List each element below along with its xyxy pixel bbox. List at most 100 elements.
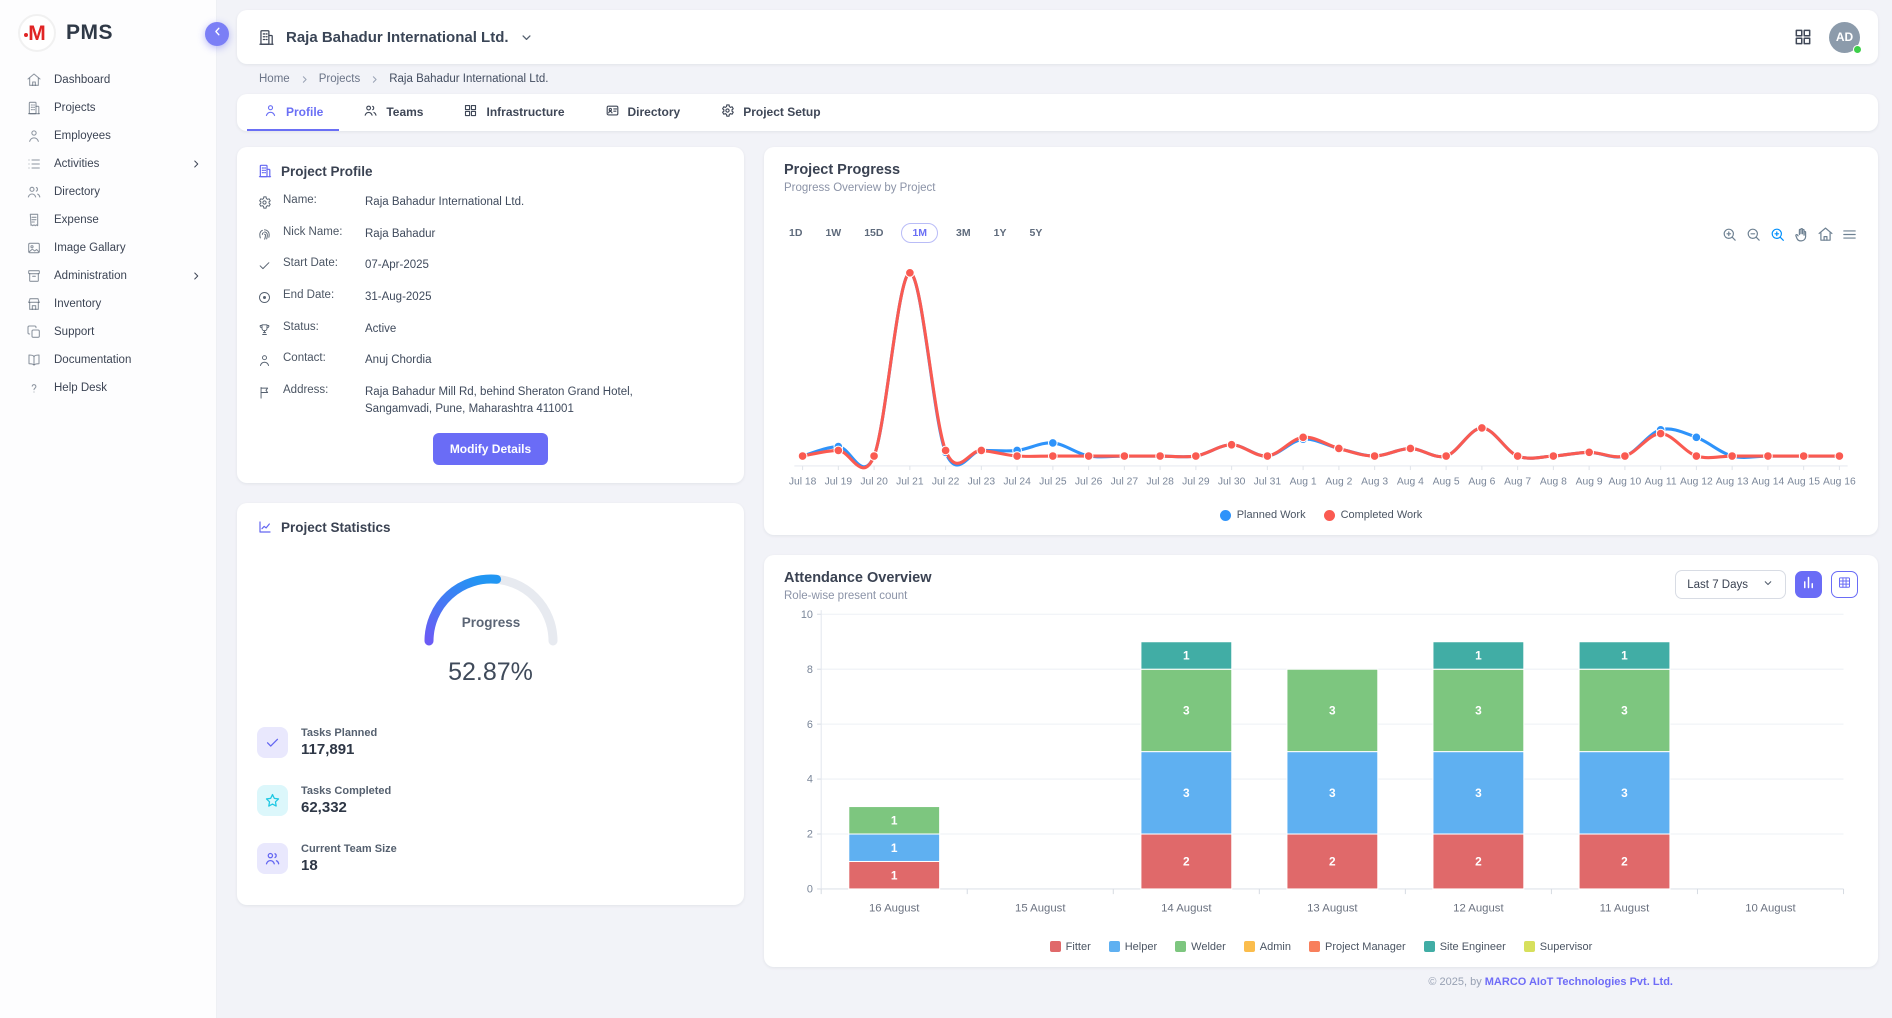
projects-icon bbox=[26, 100, 42, 116]
svg-text:Aug 10: Aug 10 bbox=[1609, 477, 1642, 488]
breadcrumb-projects[interactable]: Projects bbox=[319, 73, 361, 85]
svg-text:Jul 23: Jul 23 bbox=[968, 477, 996, 488]
star-icon bbox=[257, 785, 288, 816]
legend-site-engineer[interactable]: Site Engineer bbox=[1424, 941, 1506, 953]
svg-text:Jul 21: Jul 21 bbox=[896, 477, 924, 488]
company-selector[interactable]: Raja Bahadur International Ltd. bbox=[257, 28, 534, 47]
range-1m-button[interactable]: 1M bbox=[901, 223, 938, 243]
tab-teams[interactable]: Teams bbox=[347, 94, 439, 131]
sidebar-item-dashboard[interactable]: Dashboard bbox=[0, 66, 216, 94]
support-icon bbox=[26, 324, 42, 340]
tab-infrastructure[interactable]: Infrastructure bbox=[447, 94, 580, 131]
svg-text:Jul 25: Jul 25 bbox=[1039, 477, 1067, 488]
pan-icon[interactable] bbox=[1793, 226, 1810, 243]
date-range-select[interactable]: Last 7 Days bbox=[1675, 570, 1786, 599]
sidebar-item-activities[interactable]: Activities bbox=[0, 150, 216, 178]
attendance-bar-chart[interactable]: 024681011116 August15 August233114 Augus… bbox=[784, 606, 1858, 939]
legend-welder[interactable]: Welder bbox=[1175, 941, 1226, 953]
legend-helper[interactable]: Helper bbox=[1109, 941, 1157, 953]
svg-text:Jul 19: Jul 19 bbox=[825, 477, 853, 488]
svg-text:2: 2 bbox=[1621, 855, 1628, 869]
svg-text:13 August: 13 August bbox=[1307, 903, 1358, 915]
avatar-initials: AD bbox=[1836, 30, 1853, 44]
svg-text:Jul 31: Jul 31 bbox=[1254, 477, 1282, 488]
building-icon bbox=[257, 28, 276, 47]
svg-text:4: 4 bbox=[807, 774, 813, 786]
legend-supervisor[interactable]: Supervisor bbox=[1524, 941, 1593, 953]
svg-text:Aug 15: Aug 15 bbox=[1787, 477, 1820, 488]
svg-text:2: 2 bbox=[1475, 855, 1482, 869]
svg-text:8: 8 bbox=[807, 664, 813, 676]
sidebar-item-directory[interactable]: Directory bbox=[0, 178, 216, 206]
project-progress-card: Project Progress Progress Overview by Pr… bbox=[764, 147, 1878, 535]
range-5y-button[interactable]: 5Y bbox=[1024, 223, 1047, 243]
svg-text:10: 10 bbox=[801, 609, 813, 621]
chevron-right-icon bbox=[299, 74, 310, 85]
range-15d-button[interactable]: 15D bbox=[859, 223, 888, 243]
svg-text:Jul 26: Jul 26 bbox=[1075, 477, 1103, 488]
svg-text:Aug 1: Aug 1 bbox=[1290, 477, 1317, 488]
svg-text:Aug 16: Aug 16 bbox=[1823, 477, 1856, 488]
bar-chart-icon bbox=[1801, 575, 1816, 595]
legend-fitter[interactable]: Fitter bbox=[1050, 941, 1091, 953]
dashboard-icon bbox=[26, 72, 42, 88]
svg-text:Jul 20: Jul 20 bbox=[860, 477, 888, 488]
svg-text:Jul 27: Jul 27 bbox=[1111, 477, 1139, 488]
avatar[interactable]: AD bbox=[1829, 22, 1860, 53]
project-statistics-card: Project Statistics Progress 52.87% Tasks… bbox=[237, 503, 744, 905]
sidebar-item-support[interactable]: Support bbox=[0, 318, 216, 346]
legend-completed-work[interactable]: Completed Work bbox=[1324, 509, 1423, 521]
stats-card-title: Project Statistics bbox=[281, 520, 391, 535]
svg-text:Aug 5: Aug 5 bbox=[1433, 477, 1460, 488]
zoom-in-icon[interactable] bbox=[1721, 226, 1738, 243]
tab-directory[interactable]: Directory bbox=[589, 94, 697, 131]
profile-field-start-date-: Start Date: 07-Apr-2025 bbox=[257, 257, 724, 274]
modify-details-button[interactable]: Modify Details bbox=[433, 433, 548, 465]
sidebar-item-expense[interactable]: Expense bbox=[0, 206, 216, 234]
svg-text:1: 1 bbox=[891, 869, 898, 883]
chevron-right-icon bbox=[190, 158, 202, 170]
sidebar-item-employees[interactable]: Employees bbox=[0, 122, 216, 150]
table-view-toggle[interactable] bbox=[1831, 571, 1858, 598]
stat-tasks-completed: Tasks Completed 62,332 bbox=[257, 785, 724, 816]
progress-chart-title: Project Progress bbox=[784, 162, 1858, 178]
svg-text:14 August: 14 August bbox=[1161, 903, 1212, 915]
chart-line-icon bbox=[257, 519, 273, 535]
tab-bar: Profile Teams Infrastructure Directory P… bbox=[237, 94, 1878, 131]
zoom-out-icon[interactable] bbox=[1745, 226, 1762, 243]
sidebar-item-image-gallary[interactable]: Image Gallary bbox=[0, 234, 216, 262]
svg-text:Progress: Progress bbox=[461, 615, 520, 630]
breadcrumb-home[interactable]: Home bbox=[259, 73, 290, 85]
range-1w-button[interactable]: 1W bbox=[820, 223, 846, 243]
range-3m-button[interactable]: 3M bbox=[951, 223, 976, 243]
profile-field-status-: Status: Active bbox=[257, 321, 724, 338]
sidebar-collapse-button[interactable] bbox=[205, 22, 229, 46]
home-icon[interactable] bbox=[1817, 226, 1834, 243]
legend-planned-work[interactable]: Planned Work bbox=[1220, 509, 1306, 521]
attendance-title: Attendance Overview bbox=[784, 570, 931, 586]
stat-tasks-planned: Tasks Planned 117,891 bbox=[257, 727, 724, 758]
chart-view-toggle[interactable] bbox=[1795, 571, 1822, 598]
company-link[interactable]: MARCO AIoT Technologies Pvt. Ltd. bbox=[1485, 976, 1673, 988]
sidebar-item-projects[interactable]: Projects bbox=[0, 94, 216, 122]
svg-text:Jul 29: Jul 29 bbox=[1182, 477, 1210, 488]
sidebar-item-inventory[interactable]: Inventory bbox=[0, 290, 216, 318]
sidebar-item-administration[interactable]: Administration bbox=[0, 262, 216, 290]
directory-icon bbox=[26, 184, 42, 200]
sidebar-item-help-desk[interactable]: Help Desk bbox=[0, 374, 216, 402]
menu-icon[interactable] bbox=[1841, 226, 1858, 243]
apps-grid-button[interactable] bbox=[1793, 27, 1813, 47]
svg-text:10 August: 10 August bbox=[1745, 903, 1796, 915]
sidebar-item-documentation[interactable]: Documentation bbox=[0, 346, 216, 374]
zoom-select-icon[interactable] bbox=[1769, 226, 1786, 243]
tab-profile[interactable]: Profile bbox=[247, 94, 339, 131]
line-chart[interactable]: Jul 18Jul 19Jul 20Jul 21Jul 22Jul 23Jul … bbox=[784, 247, 1858, 507]
app-logo[interactable]: M PMS bbox=[0, 10, 216, 66]
range-1y-button[interactable]: 1Y bbox=[989, 223, 1012, 243]
date-range-value: Last 7 Days bbox=[1687, 579, 1748, 591]
tab-project-setup[interactable]: Project Setup bbox=[704, 94, 836, 131]
legend-project-manager[interactable]: Project Manager bbox=[1309, 941, 1406, 953]
time-range-group: 1D 1W 15D 1M 3M 1Y 5Y bbox=[784, 223, 1047, 243]
legend-admin[interactable]: Admin bbox=[1244, 941, 1291, 953]
range-1d-button[interactable]: 1D bbox=[784, 223, 807, 243]
